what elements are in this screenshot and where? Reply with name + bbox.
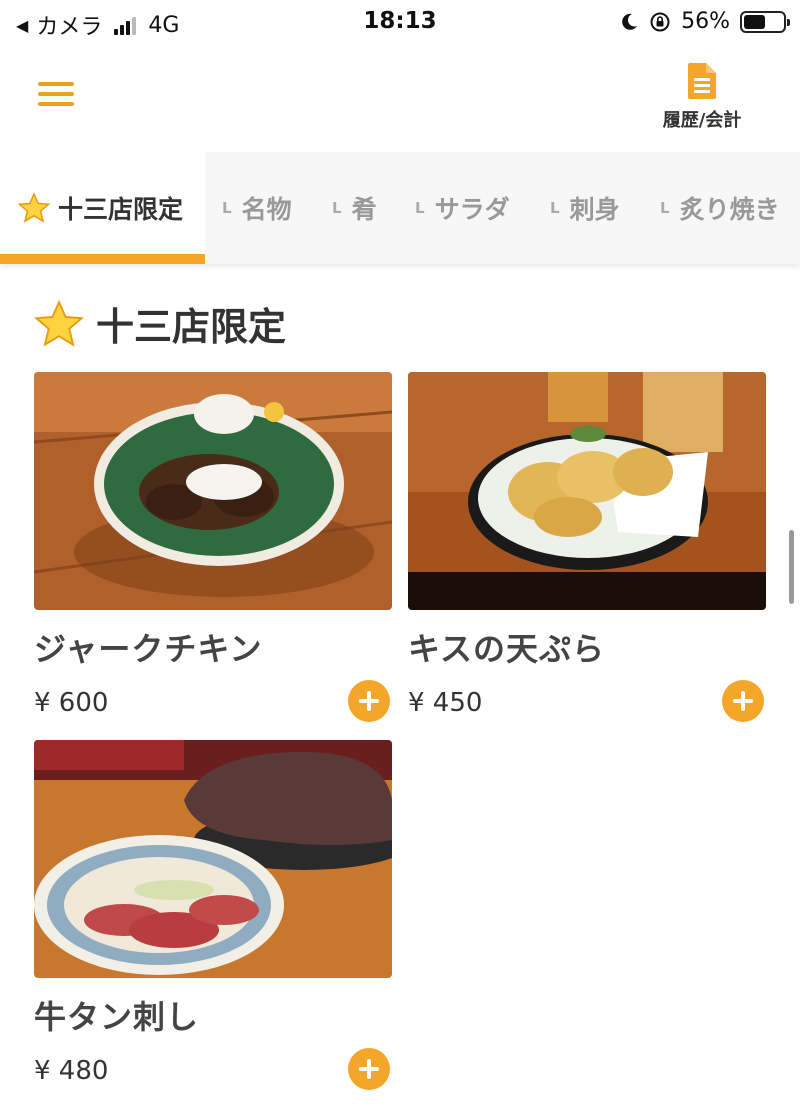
- tab-prefix: L: [222, 199, 232, 217]
- tab-sakana[interactable]: L 肴: [332, 152, 377, 264]
- section-title-text: 十三店限定: [96, 305, 287, 349]
- item-photo[interactable]: [34, 740, 392, 978]
- active-tab-indicator: [0, 254, 205, 264]
- tab-prefix: L: [550, 199, 560, 217]
- add-to-cart-button[interactable]: [348, 680, 390, 722]
- scrollbar[interactable]: [789, 530, 794, 604]
- tab-label: 名物: [241, 195, 292, 224]
- status-right: 56%: [619, 9, 790, 34]
- item-price: ¥ 600: [34, 688, 109, 718]
- tab-salad[interactable]: L サラダ: [415, 152, 510, 264]
- document-icon: [688, 63, 716, 99]
- star-icon: [34, 299, 84, 347]
- tab-label: 十三店限定: [58, 195, 184, 224]
- add-to-cart-button[interactable]: [348, 1048, 390, 1090]
- tab-label: サラダ: [434, 195, 510, 224]
- battery-level: [744, 14, 766, 29]
- section-title: 十三店限定: [34, 296, 286, 351]
- tab-prefix: L: [415, 199, 425, 217]
- battery-percent: 56%: [681, 9, 730, 34]
- item-price: ¥ 480: [34, 1056, 109, 1086]
- item-name: ジャークチキン: [34, 630, 263, 668]
- category-tabs: 十三店限定 L 名物 L 肴 L サラダ L 刺身 L 炙り焼き: [0, 152, 800, 264]
- item-photo[interactable]: [408, 372, 766, 610]
- menu-page: ◀ カメラ 4G 18:13 56% 履歴/会計 十三店限定 L 名物 L 肴 …: [0, 0, 800, 1107]
- tab-prefix: L: [332, 199, 342, 217]
- history-label: 履歴/会計: [662, 110, 742, 131]
- tab-label: 刺身: [569, 195, 620, 224]
- rotation-lock-icon: [650, 12, 670, 31]
- item-name: 牛タン刺し: [34, 998, 200, 1036]
- tab-meibutsu[interactable]: L 名物: [222, 152, 292, 264]
- menu-item-card[interactable]: ジャークチキン ¥ 600: [34, 372, 392, 722]
- menu-item-card[interactable]: 牛タン刺し ¥ 480: [34, 740, 392, 1090]
- item-photo[interactable]: [34, 372, 392, 610]
- menu-item-card[interactable]: キスの天ぷら ¥ 450: [408, 372, 766, 722]
- tab-label: 炙り焼き: [679, 195, 780, 224]
- tab-jyuso-limited[interactable]: 十三店限定: [0, 152, 205, 264]
- history-checkout-button[interactable]: 履歴/会計: [652, 62, 752, 132]
- add-to-cart-button[interactable]: [722, 680, 764, 722]
- hamburger-icon[interactable]: [38, 82, 74, 110]
- moon-icon: [622, 13, 638, 30]
- battery-icon: [740, 10, 790, 33]
- tab-aburi-yaki[interactable]: L 炙り焼き: [660, 152, 780, 264]
- star-icon: [18, 192, 50, 223]
- app-header: 履歴/会計: [0, 46, 800, 152]
- tab-sashimi[interactable]: L 刺身: [550, 152, 620, 264]
- item-name: キスの天ぷら: [408, 630, 606, 668]
- item-price: ¥ 450: [408, 688, 483, 718]
- status-bar: ◀ カメラ 4G 18:13 56%: [0, 0, 800, 46]
- tab-prefix: L: [660, 199, 670, 217]
- tab-label: 肴: [351, 195, 377, 224]
